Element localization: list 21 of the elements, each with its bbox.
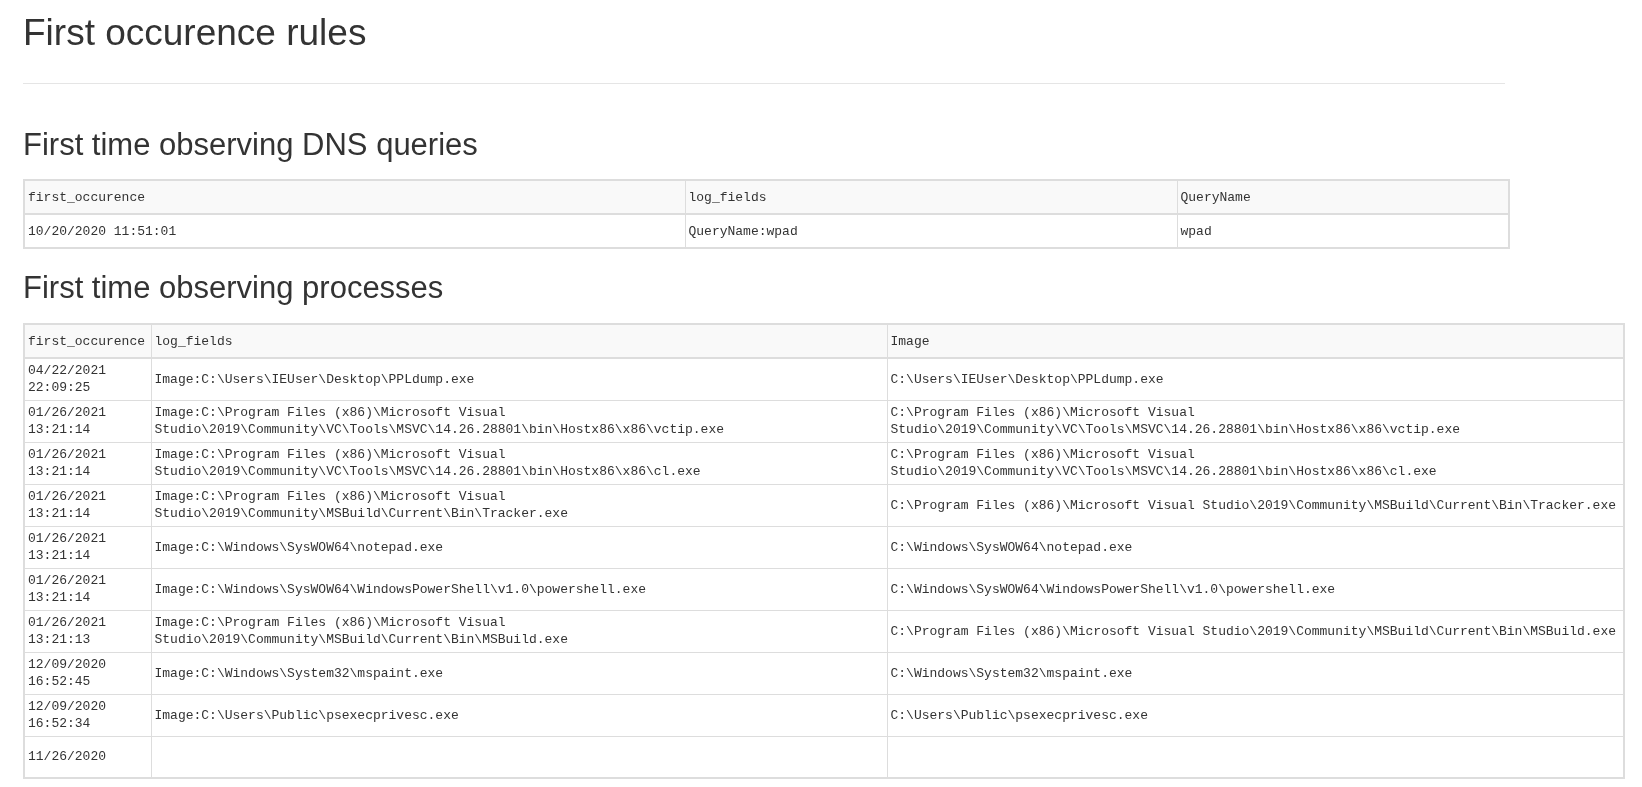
table-cell: 12/09/2020 16:52:45 [24,652,151,694]
table-cell: 01/26/2021 13:21:14 [24,484,151,526]
table-cell: Image:C:\Windows\SysWOW64\WindowsPowerShell\v1.0\powershell.exe [151,568,887,610]
table-cell: 01/26/2021 13:21:13 [24,610,151,652]
table-cell: Image:C:\Program Files (x86)\Microsoft Visual Studio\2019\Community\MSBuild\Current\Bin\Tracker.exe [151,484,887,526]
table-cell: 01/26/2021 13:21:14 [24,400,151,442]
section-heading: First time observing processes [23,269,445,307]
table-cell: Image:C:\Program Files (x86)\Microsoft Visual Studio\2019\Community\MSBuild\Current\Bin\MSBuild.exe [151,610,887,652]
table-cell: Image:C:\Program Files (x86)\Microsoft Visual Studio\2019\Community\VC\Tools\MSVC\14.26.28801\bin\Hostx86\x86\vctip.exe [151,400,887,442]
table-cell: Image:C:\Windows\SysWOW64\notepad.exe [151,526,887,568]
table-cell: Image:C:\Users\IEUser\Desktop\PPLdump.exe [151,358,887,400]
section-heading: First time observing DNS queries [23,126,479,164]
table-cell: 12/09/2020 16:52:34 [24,694,151,736]
table-cell: Image:C:\Program Files (x86)\Microsoft Visual Studio\2019\Community\VC\Tools\MSVC\14.26.28801\bin\Hostx86\x86\cl.exe [151,442,887,484]
table-cell: Image:C:\Windows\System32\mspaint.exe [151,652,887,694]
table-cell: 01/26/2021 13:21:14 [24,442,151,484]
table-cell: 01/26/2021 13:21:14 [24,568,151,610]
table-cell: 01/26/2021 13:21:14 [24,526,151,568]
page-title: First occurence rules [23,0,1505,84]
table-cell: 04/22/2021 22:09:25 [24,358,151,400]
table-cell: Image:C:\Users\Public\psexecprivesc.exe [151,694,887,736]
